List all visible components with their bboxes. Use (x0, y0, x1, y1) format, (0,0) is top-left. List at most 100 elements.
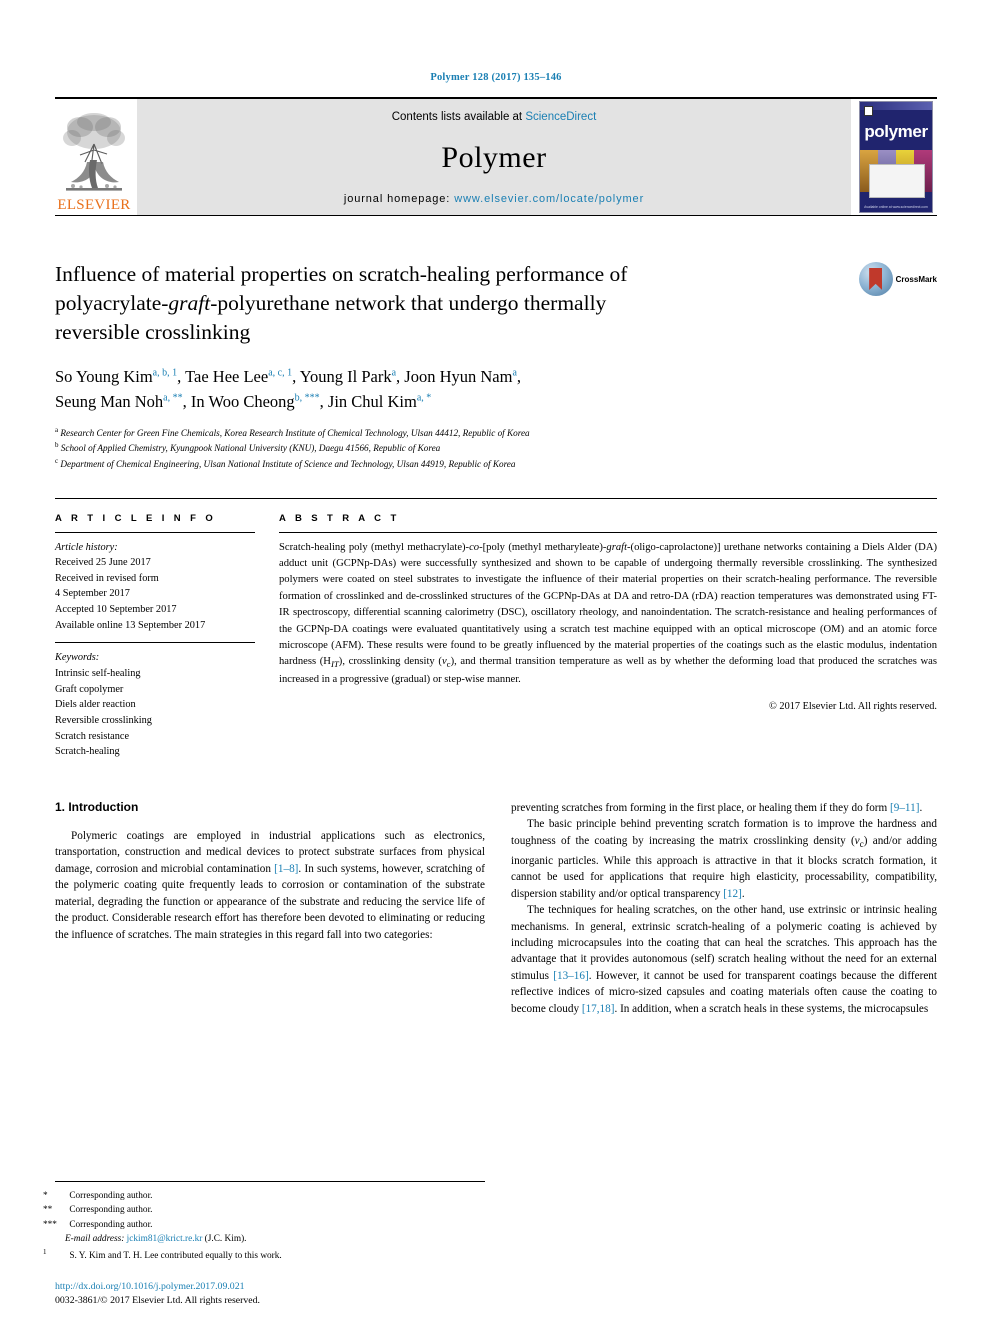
email-footnote: E-mail address: jckim81@krict.re.kr (J.C… (55, 1232, 485, 1246)
history-item: Received 25 June 2017 (55, 557, 151, 569)
keyword-item: Intrinsic self-healing (55, 668, 141, 680)
intro-paragraph-right-3: The techniques for healing scratches, on… (511, 902, 937, 1017)
cover-title: polymer (864, 122, 928, 141)
crossmark-icon (858, 262, 893, 296)
article-history-block: Article history: Received 25 June 2017 R… (55, 540, 255, 634)
article-info-column: A R T I C L E I N F O Article history: R… (55, 513, 255, 760)
keywords-rule (55, 642, 255, 644)
citation-ref[interactable]: [9–11] (890, 802, 919, 814)
footnote-item: ** Corresponding author. (43, 1203, 485, 1217)
masthead-center: Contents lists available at ScienceDirec… (137, 99, 851, 215)
keyword-item: Graft copolymer (55, 683, 124, 695)
author-name[interactable]: Young Il Park (300, 367, 392, 386)
footnote-text: Corresponding author. (69, 1205, 153, 1216)
author-name[interactable]: Jin Chul Kim (328, 392, 417, 411)
footnote-item: 1 S. Y. Kim and T. H. Lee contributed eq… (43, 1247, 485, 1264)
journal-masthead: ELSEVIER Contents lists available at Sci… (55, 97, 937, 215)
journal-homepage-link[interactable]: www.elsevier.com/locate/polymer (454, 193, 644, 205)
author-affil-mark: a (512, 367, 517, 379)
author-line-1: So Young Kima, b, 1, Tae Hee Leea, c, 1,… (55, 367, 522, 387)
title-line-1: Influence of material properties on scra… (55, 262, 628, 286)
footnote-item: * Corresponding author. (43, 1189, 485, 1203)
footnote-mark: 1 (43, 1247, 47, 1256)
citation-ref[interactable]: [12] (723, 888, 742, 900)
history-item: Available online 13 September 2017 (55, 619, 206, 631)
author-name[interactable]: So Young Kim (55, 367, 153, 386)
history-item: Accepted 10 September 2017 (55, 604, 177, 616)
affiliation-mark: b (55, 441, 59, 450)
citation-ref[interactable]: [17,18] (582, 1003, 615, 1015)
citation-ref[interactable]: [1–8] (274, 863, 298, 875)
abstract-text: Scratch-healing poly (methyl methacrylat… (279, 540, 937, 689)
author-line-2: Seung Man Noha, **, In Woo Cheongb, ***,… (55, 391, 432, 411)
crossmark-label: CrossMark (895, 274, 937, 284)
crossmark-badge[interactable]: CrossMark (858, 262, 937, 296)
footnote-item: *** Corresponding author. (43, 1218, 485, 1232)
affiliation-item: b School of Applied Chemistry, Kyungpook… (55, 440, 937, 456)
author-name[interactable]: Joon Hyun Nam (404, 367, 512, 386)
title-line-2a: polyacrylate- (55, 291, 169, 316)
author-list: So Young Kima, b, 1, Tae Hee Leea, c, 1,… (55, 365, 937, 415)
footer-doi-block: http://dx.doi.org/10.1016/j.polymer.2017… (55, 1280, 260, 1309)
intro-right3-part-3: . In addition, when a scratch heals in t… (614, 1002, 929, 1015)
doi-link[interactable]: http://dx.doi.org/10.1016/j.polymer.2017… (55, 1280, 260, 1295)
info-abstract-section: A R T I C L E I N F O Article history: R… (55, 497, 937, 760)
cover-corner-icon (864, 106, 873, 116)
abstract-label: A B S T R A C T (279, 512, 400, 524)
footnote-mark: * (43, 1190, 48, 1201)
article-info-rule (55, 531, 255, 533)
footnote-mark: ** (43, 1205, 53, 1216)
journal-cover-cell: polymer Available online at www.scienced… (855, 99, 937, 215)
citation-ref[interactable]: [13–16] (553, 970, 588, 982)
title-line-3: reversible crosslinking (55, 320, 251, 345)
abstract-co-italic: co (469, 541, 480, 553)
issn-copyright: 0032-3861/© 2017 Elsevier Ltd. All right… (55, 1295, 260, 1307)
elsevier-logo: ELSEVIER (55, 99, 133, 215)
author-name[interactable]: In Woo Cheong (191, 392, 295, 411)
title-line-2b: -polyurethane network that undergo therm… (210, 291, 607, 316)
intro-paragraph-right-2: The basic principle behind preventing sc… (511, 816, 937, 902)
affiliation-item: c Department of Chemical Engineering, Ul… (55, 456, 937, 472)
journal-cover-thumbnail: polymer Available online at www.scienced… (859, 101, 933, 213)
paper-page: Polymer 128 (2017) 135–146 ELSEVIER Cont… (0, 0, 992, 1323)
keyword-item: Scratch-healing (55, 746, 120, 758)
affiliation-item: a Research Center for Green Fine Chemica… (55, 425, 937, 441)
author-name[interactable]: Tae Hee Lee (185, 367, 268, 386)
keywords-block: Keywords: Intrinsic self-healing Graft c… (55, 650, 255, 759)
abstract-part-4: ), crosslinking density ( (338, 656, 442, 668)
history-item: 4 September 2017 (55, 588, 130, 600)
introduction-heading: 1. Introduction (55, 799, 139, 814)
abstract-rule (279, 531, 937, 533)
history-item: Received in revised form (55, 572, 159, 584)
abstract-copyright: © 2017 Elsevier Ltd. All rights reserved… (769, 700, 937, 712)
footnote-text: Corresponding author. (69, 1219, 153, 1230)
abstract-part-1: Scratch-healing poly (methyl methacrylat… (279, 541, 470, 553)
homepage-prefix: journal homepage: (343, 193, 455, 205)
footnote-text: S. Y. Kim and T. H. Lee contributed equa… (69, 1250, 282, 1261)
email-label: E-mail address: (65, 1234, 125, 1245)
abstract-part-3: -(oligo-caprolactone)] urethane networks… (279, 541, 938, 668)
footnote-text: Corresponding author. (69, 1190, 153, 1201)
author-name[interactable]: Seung Man Noh (55, 392, 163, 411)
contents-list-line: Contents lists available at ScienceDirec… (392, 111, 597, 123)
author-affil-mark: a, c, 1 (268, 367, 293, 379)
abstract-column: A B S T R A C T Scratch-healing poly (me… (279, 513, 937, 760)
email-link[interactable]: jckim81@krict.re.kr (127, 1234, 203, 1244)
sciencedirect-link[interactable]: ScienceDirect (525, 111, 596, 123)
title-graft-italic: graft (168, 291, 211, 316)
keywords-label: Keywords: (55, 652, 100, 664)
affiliation-mark: a (55, 425, 59, 434)
email-suffix: (J.C. Kim). (204, 1234, 247, 1245)
article-info-label: A R T I C L E I N F O (55, 512, 217, 524)
cover-footer-text: Available online at www.sciencedirect.co… (864, 205, 928, 209)
author-affil-mark: a, ** (163, 392, 183, 404)
keyword-item: Diels alder reaction (55, 699, 136, 711)
author-affil-mark: a, b, 1 (152, 367, 178, 379)
elsevier-wordmark: ELSEVIER (57, 197, 131, 213)
intro-right2-part-3: . (741, 887, 745, 900)
footnote-mark: *** (43, 1219, 57, 1230)
author-affil-mark: b, *** (294, 392, 320, 404)
intro-paragraph-left: Polymeric coatings are employed in indus… (55, 828, 485, 943)
abstract-hit-subscript: IT (330, 659, 339, 670)
intro-paragraph-right-1: preventing scratches from forming in the… (511, 800, 937, 816)
